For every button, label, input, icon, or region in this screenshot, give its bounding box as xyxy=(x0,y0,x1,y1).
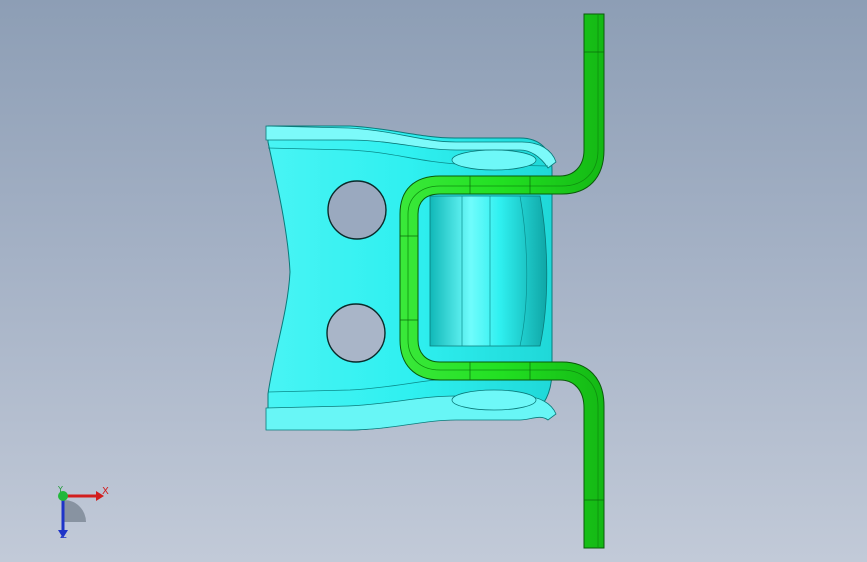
x-axis-label: X xyxy=(102,486,109,497)
coordinate-triad xyxy=(58,491,104,538)
z-axis-label: Z xyxy=(60,530,67,541)
graphics-viewport[interactable]: X Y Z xyxy=(0,0,867,562)
mounting-hole-top xyxy=(327,180,387,240)
y-axis-label: Y xyxy=(58,485,63,494)
hinge-model[interactable] xyxy=(0,0,867,562)
mounting-hole-bottom xyxy=(326,303,386,363)
